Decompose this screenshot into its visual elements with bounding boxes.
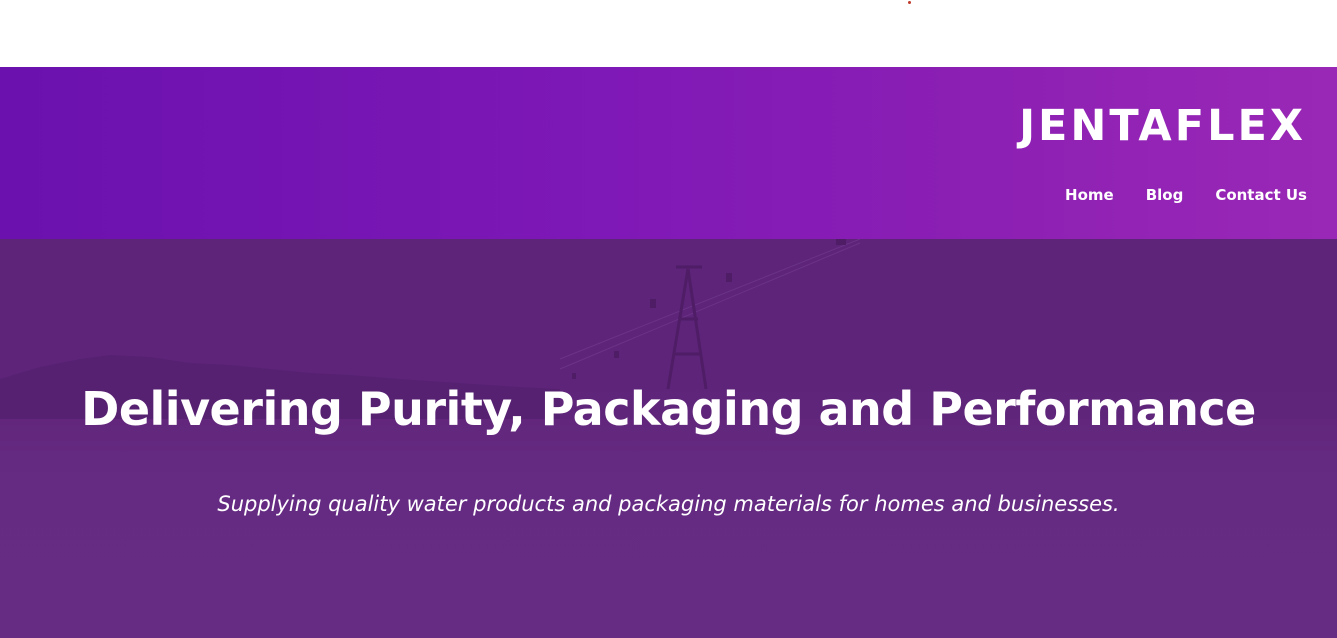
cable-car <box>836 239 846 245</box>
nav-link-home[interactable]: Home <box>1065 185 1114 205</box>
top-bar <box>0 0 1337 67</box>
hero-section: Delivering Purity, Packaging and Perform… <box>0 239 1337 638</box>
main-nav: Home Blog Contact Us <box>1065 185 1307 205</box>
hero-title: Delivering Purity, Packaging and Perform… <box>81 382 1256 436</box>
cable-car <box>614 351 619 358</box>
nav-link-blog[interactable]: Blog <box>1146 185 1184 205</box>
site-logo-text[interactable]: JENTAFLEX <box>1019 105 1306 148</box>
site-header: JENTAFLEX Home Blog Contact Us <box>0 67 1337 239</box>
marker-dot <box>908 1 911 4</box>
hero-subtitle: Supplying quality water products and pac… <box>217 492 1120 516</box>
nav-link-contact-us[interactable]: Contact Us <box>1215 185 1307 205</box>
cable-car <box>726 273 732 282</box>
cable-car <box>650 299 656 308</box>
